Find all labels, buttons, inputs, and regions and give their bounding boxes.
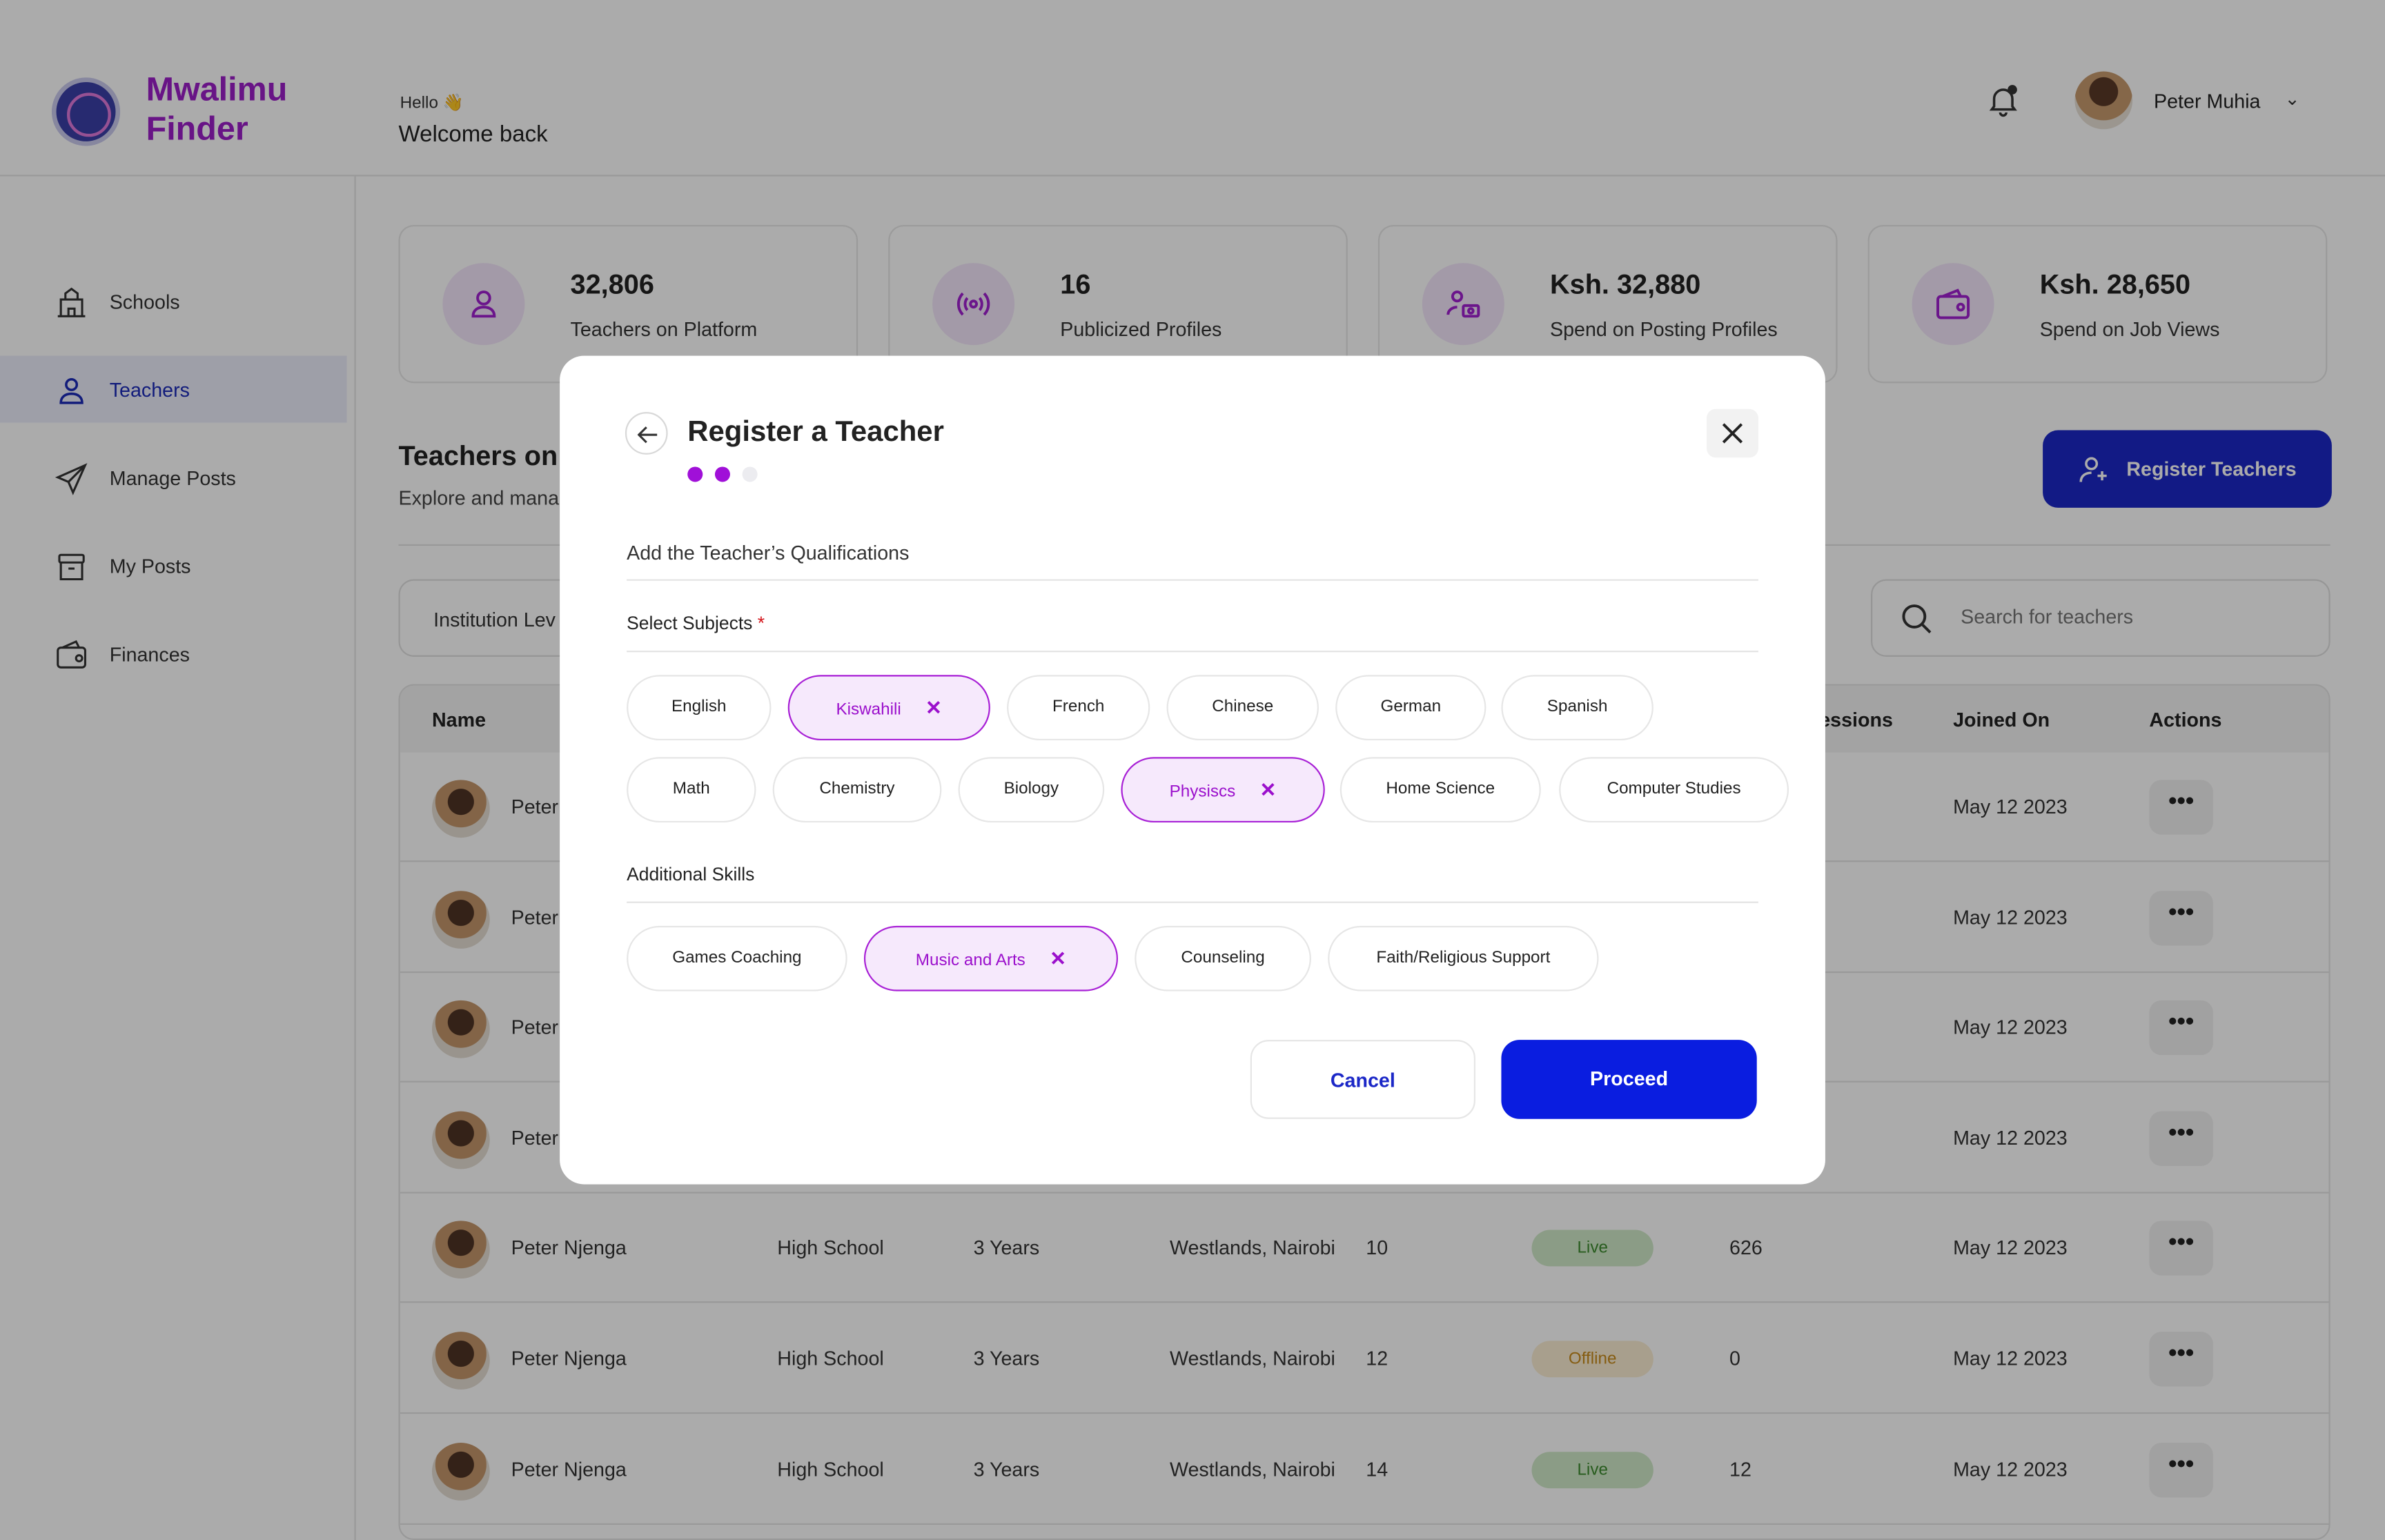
remove-chip-icon[interactable]: ✕: [1050, 947, 1066, 970]
chip-label: Computer Studies: [1607, 780, 1741, 798]
subjects-label: Select Subjects *: [627, 613, 765, 634]
subject-chip[interactable]: German: [1335, 675, 1486, 741]
chip-label: French: [1052, 698, 1105, 716]
step-indicator-3: [742, 466, 758, 482]
chip-label: Chemistry: [819, 780, 895, 798]
chip-label: Chinese: [1212, 698, 1274, 716]
required-mark: *: [757, 612, 765, 634]
subjects-label-text: Select Subjects: [627, 612, 753, 634]
subject-chip[interactable]: Computer Studies: [1559, 757, 1789, 823]
subject-chip[interactable]: French: [1007, 675, 1150, 741]
back-button[interactable]: [625, 412, 668, 455]
modal-subtitle: Add the Teacher’s Qualifications: [627, 541, 910, 564]
modal-title: Register a Teacher: [687, 416, 944, 449]
subject-chip[interactable]: Math: [627, 757, 756, 823]
chip-label: Kiswahili: [836, 700, 901, 720]
chip-label: Faith/Religious Support: [1376, 948, 1551, 967]
cancel-button[interactable]: Cancel: [1250, 1040, 1475, 1119]
chip-label: Spanish: [1547, 698, 1608, 716]
chip-label: German: [1380, 698, 1442, 716]
cancel-label: Cancel: [1330, 1068, 1395, 1092]
step-indicator-1: [687, 466, 703, 482]
step-indicator-2: [714, 466, 730, 482]
subject-chip[interactable]: Biology: [958, 757, 1105, 823]
chip-label: Counseling: [1181, 948, 1265, 967]
skill-chip[interactable]: Games Coaching: [627, 925, 847, 991]
subject-chip[interactable]: Home Science: [1339, 757, 1541, 823]
modal-divider: [627, 579, 1758, 581]
skills-divider: [627, 901, 1758, 903]
subject-chip[interactable]: Chinese: [1166, 675, 1319, 741]
chip-label: Home Science: [1386, 780, 1495, 798]
close-button[interactable]: [1707, 408, 1758, 458]
subjects-divider: [627, 651, 1758, 653]
chip-label: Math: [672, 780, 710, 798]
subject-chip[interactable]: English: [627, 675, 772, 741]
arrow-left-icon: [637, 426, 658, 444]
subject-chip[interactable]: Spanish: [1501, 675, 1653, 741]
subject-chip[interactable]: Kiswahili ✕: [787, 675, 990, 741]
subject-chip[interactable]: Chemistry: [772, 757, 942, 823]
remove-chip-icon[interactable]: ✕: [925, 696, 942, 719]
skill-chip[interactable]: Faith/Religious Support: [1328, 925, 1599, 991]
close-icon: [1722, 423, 1743, 444]
remove-chip-icon[interactable]: ✕: [1260, 778, 1277, 801]
chip-label: English: [671, 698, 727, 716]
chip-label: Biology: [1003, 780, 1059, 798]
skills-label: Additional Skills: [627, 863, 755, 885]
skill-chip[interactable]: Music and Arts ✕: [863, 925, 1119, 991]
register-teacher-modal: Register a Teacher Add the Teacher’s Qua…: [560, 355, 1825, 1185]
chip-label: Physiscs: [1169, 782, 1236, 802]
skill-chip[interactable]: Counseling: [1135, 925, 1311, 991]
proceed-label: Proceed: [1590, 1067, 1669, 1090]
proceed-button[interactable]: Proceed: [1501, 1040, 1757, 1119]
chip-label: Games Coaching: [672, 948, 802, 967]
chip-label: Music and Arts: [915, 951, 1025, 970]
subject-chip[interactable]: Physiscs ✕: [1121, 757, 1325, 823]
